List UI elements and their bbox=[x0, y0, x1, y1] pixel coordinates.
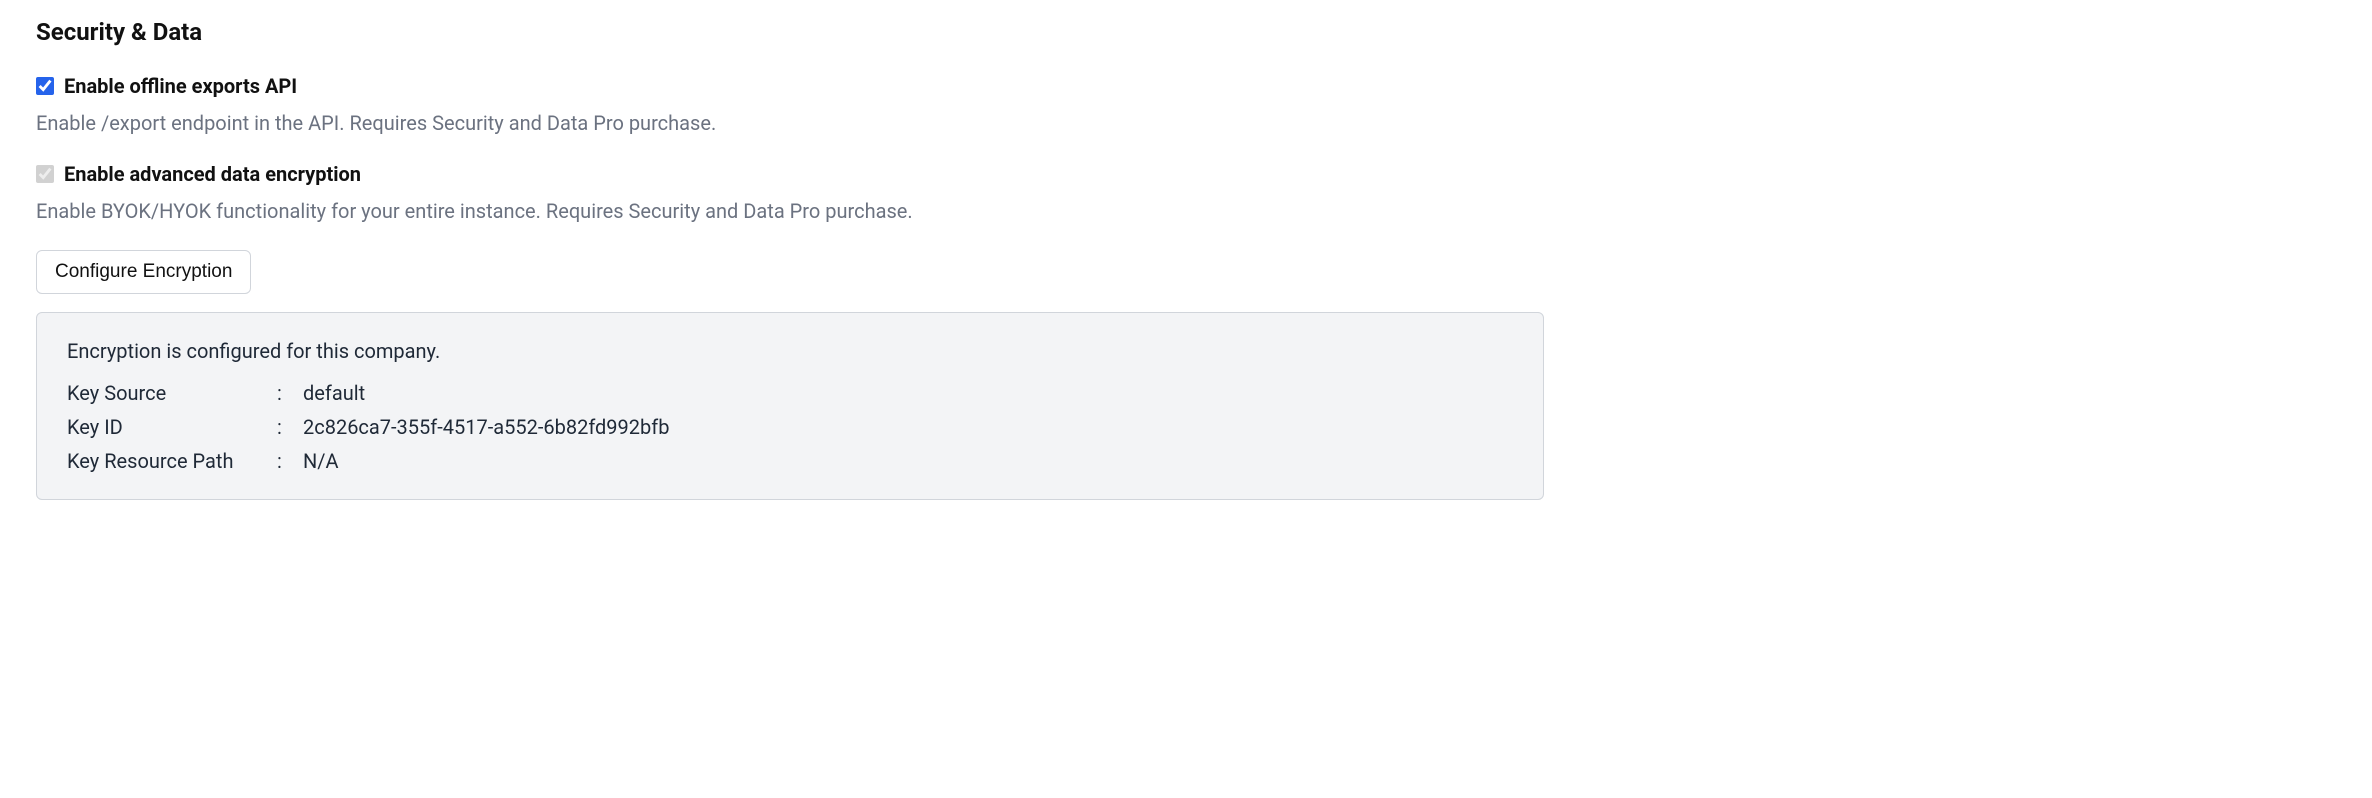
encryption-info-title: Encryption is configured for this compan… bbox=[67, 339, 1513, 363]
kv-label: Key Source bbox=[67, 381, 277, 405]
option-advanced-encryption: Enable advanced data encryption Enable B… bbox=[36, 162, 2336, 226]
encryption-info-card: Encryption is configured for this compan… bbox=[36, 312, 1544, 500]
kv-colon: : bbox=[277, 381, 303, 405]
kv-value: N/A bbox=[303, 449, 1513, 473]
offline-exports-label[interactable]: Enable offline exports API bbox=[64, 74, 297, 98]
advanced-encryption-checkbox bbox=[36, 165, 54, 183]
kv-value: default bbox=[303, 381, 1513, 405]
advanced-encryption-description: Enable BYOK/HYOK functionality for your … bbox=[36, 196, 2336, 226]
offline-exports-description: Enable /export endpoint in the API. Requ… bbox=[36, 108, 2336, 138]
section-title: Security & Data bbox=[36, 18, 2336, 46]
kv-row: Key Source : default bbox=[67, 381, 1513, 405]
kv-row: Key Resource Path : N/A bbox=[67, 449, 1513, 473]
option-row: Enable offline exports API bbox=[36, 74, 2336, 98]
configure-encryption-button[interactable]: Configure Encryption bbox=[36, 250, 251, 294]
advanced-encryption-label[interactable]: Enable advanced data encryption bbox=[64, 162, 361, 186]
kv-colon: : bbox=[277, 415, 303, 439]
offline-exports-checkbox[interactable] bbox=[36, 77, 54, 95]
kv-colon: : bbox=[277, 449, 303, 473]
kv-label: Key Resource Path bbox=[67, 449, 277, 473]
option-offline-exports: Enable offline exports API Enable /expor… bbox=[36, 74, 2336, 138]
kv-value: 2c826ca7-355f-4517-a552-6b82fd992bfb bbox=[303, 415, 1513, 439]
kv-row: Key ID : 2c826ca7-355f-4517-a552-6b82fd9… bbox=[67, 415, 1513, 439]
kv-label: Key ID bbox=[67, 415, 277, 439]
option-row: Enable advanced data encryption bbox=[36, 162, 2336, 186]
